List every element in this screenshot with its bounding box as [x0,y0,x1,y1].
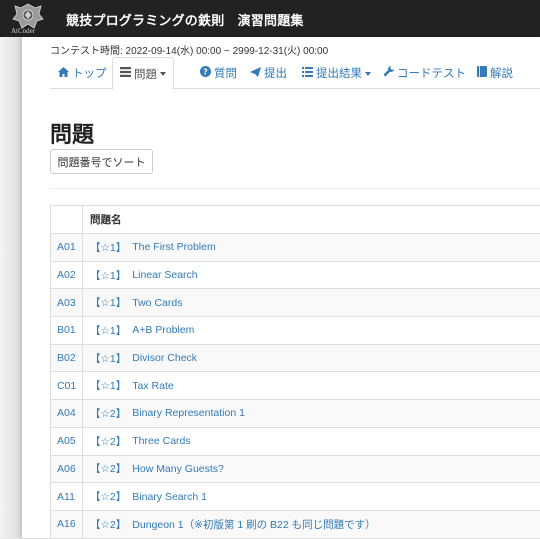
table-row: C01 【☆1】 Tax Rate [51,371,540,400]
task-title: Two Cards [132,296,183,309]
table-row: A05 【☆2】 Three Cards [51,426,540,455]
tab-clarifications[interactable]: ? 質問 [200,57,237,89]
tab-submit[interactable]: 提出 [250,57,287,89]
tab-editorial-label: 解説 [490,68,513,80]
task-id-link[interactable]: A01 [51,234,83,261]
table-row: A16 【☆2】 Dungeon 1（※初版第 1 刷の B22 も同じ問題です） [51,509,540,538]
task-level: 【☆2】 [90,435,127,448]
header-name-cell: 問題名 [90,214,122,226]
header-id-cell [51,206,83,233]
task-name-link[interactable]: 【☆1】 Two Cards [83,289,182,316]
task-id-link[interactable]: A16 [51,510,83,538]
table-row: A04 【☆2】 Binary Representation 1 [51,399,540,427]
contest-time: コンテスト時間: 2022-09-14(水) 00:00 ~ 2999-12-3… [50,46,329,57]
task-title: Three Cards [132,435,191,448]
task-title: Binary Representation 1 [132,407,245,420]
tab-custom-test-label: コードテスト [397,68,466,80]
contest-nav-tabs: トップ 問題 ? 質問 提出 提出結果 コードテスト 解説 [50,57,540,90]
tab-results[interactable]: 提出結果 [302,57,371,89]
task-title: Divisor Check [132,352,198,365]
task-title: The First Problem [132,241,216,254]
task-name-link[interactable]: 【☆1】 The First Problem [83,234,216,261]
tab-tasks[interactable]: 問題 [112,57,174,90]
task-name-link[interactable]: 【☆2】 How Many Guests? [83,456,224,483]
tab-tasks-label: 問題 [134,68,157,81]
task-title: Binary Search 1 [132,490,207,503]
task-name-link[interactable]: 【☆2】 Binary Representation 1 [83,400,245,427]
chevron-down-icon [365,71,371,76]
chevron-down-icon [160,72,166,76]
question-icon: ? [200,66,211,80]
tab-top[interactable]: トップ [58,57,107,89]
task-level: 【☆1】 [90,352,127,365]
task-id-link[interactable]: C01 [51,372,83,400]
task-level: 【☆1】 [90,241,127,254]
task-name-link[interactable]: 【☆1】 A+B Problem [83,317,194,344]
task-name-link[interactable]: 【☆1】 Linear Search [83,262,198,289]
site-title[interactable]: 競技プログラミングの鉄則 演習問題集 [66,10,304,29]
task-level: 【☆1】 [90,269,127,282]
table-row: A01 【☆1】 The First Problem [51,233,540,261]
tab-clarifications-label: 質問 [214,68,237,80]
svg-text:?: ? [203,68,208,77]
main-panel: コンテスト時間: 2022-09-14(水) 00:00 ~ 2999-12-3… [22,37,540,539]
tab-top-label: トップ [72,68,107,80]
task-name-link[interactable]: 【☆2】 Dungeon 1（※初版第 1 刷の B22 も同じ問題です） [83,511,376,538]
list-icon [120,67,131,80]
task-id-link[interactable]: A02 [51,261,83,289]
table-row: A02 【☆1】 Linear Search [51,260,540,289]
task-title: Linear Search [132,269,198,282]
task-id-link[interactable]: A05 [51,427,83,455]
wrench-icon [383,66,394,80]
task-id-link[interactable]: A11 [51,483,83,510]
tab-custom-test[interactable]: コードテスト [383,57,466,89]
logo-text: AtCoder [11,27,36,35]
task-title: Tax Rate [132,379,174,392]
task-level: 【☆1】 [90,297,127,310]
task-id-link[interactable]: A03 [51,289,83,317]
task-name-link[interactable]: 【☆1】 Divisor Check [83,345,197,372]
table-row: A06 【☆2】 How Many Guests? [51,454,540,483]
table-header-row: 問題名 [51,206,540,233]
task-level: 【☆2】 [90,518,127,531]
task-name-link[interactable]: 【☆2】 Binary Search 1 [83,483,207,510]
left-gutter [0,37,22,538]
home-icon [58,66,69,80]
task-title: A+B Problem [132,324,195,337]
task-level: 【☆2】 [90,463,127,476]
task-title: Dungeon 1（※初版第 1 刷の B22 も同じ問題です） [132,518,376,531]
tab-editorial[interactable]: 解説 [477,57,513,89]
task-name-link[interactable]: 【☆2】 Three Cards [83,428,191,455]
task-title: How Many Guests? [132,462,224,475]
book-icon [477,66,487,80]
list-ul-icon [302,66,313,80]
table-row: A11 【☆2】 Binary Search 1 [51,482,540,510]
top-navbar: AtCoder 競技プログラミングの鉄則 演習問題集 [0,0,540,37]
task-level: 【☆2】 [90,491,127,504]
table-row: B02 【☆1】 Divisor Check [51,343,540,372]
task-level: 【☆1】 [90,380,127,393]
task-table: 問題名 A01 【☆1】 The First Problem A02 【☆1】 Linea… [50,205,540,539]
tab-results-label: 提出結果 [316,68,362,80]
table-row: A03 【☆1】 Two Cards [51,288,540,317]
sort-by-number-button[interactable]: 問題番号でソート [50,149,153,174]
send-icon [250,66,261,80]
tab-submit-label: 提出 [264,68,287,80]
task-level: 【☆1】 [90,324,127,337]
task-level: 【☆2】 [90,407,127,420]
divider [50,188,540,189]
task-id-link[interactable]: A04 [51,400,83,427]
task-id-link[interactable]: A06 [51,455,83,483]
task-id-link[interactable]: B02 [51,344,83,372]
page-title: 問題 [50,122,95,147]
task-id-link[interactable]: B01 [51,317,83,344]
task-name-link[interactable]: 【☆1】 Tax Rate [83,372,174,399]
table-row: B01 【☆1】 A+B Problem [51,316,540,344]
